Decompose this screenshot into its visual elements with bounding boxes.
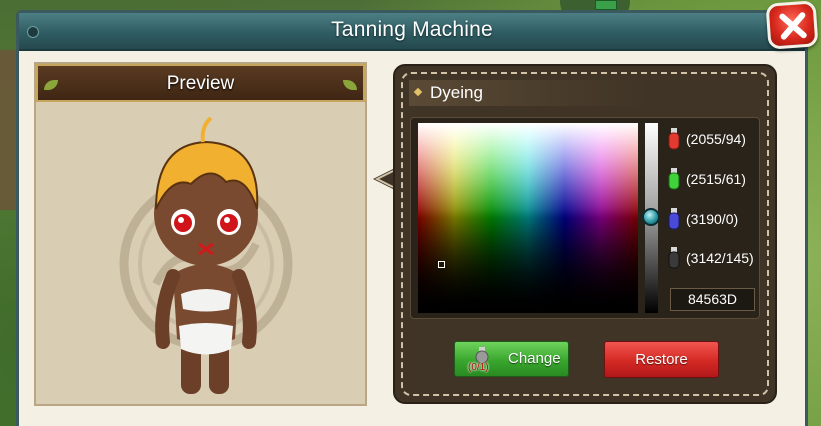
background-hud-tab <box>595 0 617 10</box>
dyeing-header: Dyeing <box>409 80 649 106</box>
dyeing-title: Dyeing <box>430 83 483 102</box>
diamond-bullet-icon <box>413 87 423 97</box>
restore-button-label: Restore <box>635 351 688 368</box>
hex-color-field[interactable]: 84563D <box>670 288 755 311</box>
blue-potion-count: (3190/0) <box>686 211 739 227</box>
black-potion-count: (3142/145) <box>686 250 754 266</box>
window-title: Tanning Machine <box>331 18 493 41</box>
title-bar: Tanning Machine <box>19 13 805 51</box>
preview-header: Preview <box>36 64 365 102</box>
change-item-count: (0/1) <box>468 362 489 373</box>
change-button[interactable]: (0/1) Change <box>454 341 569 377</box>
green-potion-count: (2515/61) <box>686 171 746 187</box>
close-icon <box>779 12 807 40</box>
color-picker-area[interactable] <box>418 123 638 313</box>
green-potion-icon <box>668 168 680 190</box>
close-button[interactable] <box>765 0 819 50</box>
potion-row-black: (3142/145) <box>668 247 768 271</box>
tan-potion-icon <box>475 347 489 363</box>
potion-row-blue: (3190/0) <box>668 208 768 232</box>
red-potion-icon <box>668 128 680 150</box>
blue-potion-icon <box>668 208 680 230</box>
red-potion-count: (2055/94) <box>686 131 746 147</box>
potion-row-red: (2055/94) <box>668 128 768 152</box>
change-button-label: Change <box>508 350 561 367</box>
picker-cursor[interactable] <box>438 261 445 268</box>
preview-title: Preview <box>166 73 235 94</box>
picker-black-overlay <box>418 123 638 313</box>
character-preview <box>154 116 259 394</box>
preview-panel: Preview <box>34 62 367 406</box>
potion-row-green: (2515/61) <box>668 168 768 192</box>
lightness-slider-knob[interactable] <box>642 208 660 226</box>
restore-button[interactable]: Restore <box>604 341 719 378</box>
black-potion-icon <box>668 247 680 269</box>
